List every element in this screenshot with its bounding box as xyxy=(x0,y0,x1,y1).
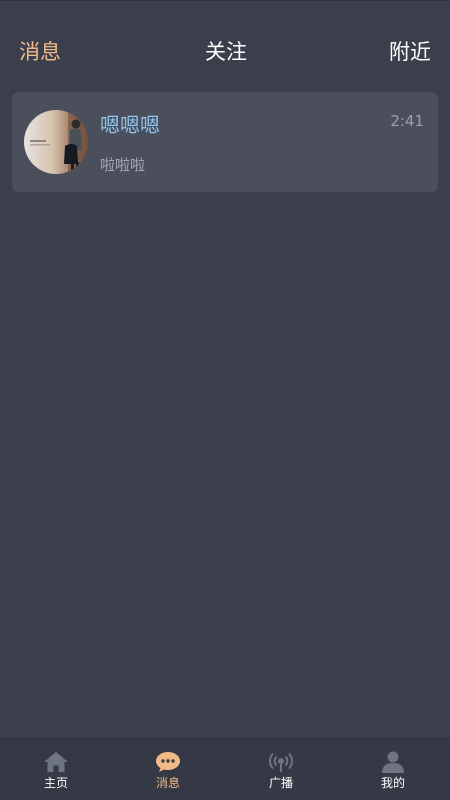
conversation-time: 2:41 xyxy=(390,112,424,130)
bottom-navigation: 主页 消息 广播 我的 xyxy=(0,738,450,800)
top-tab-bar: 消息 关注 附近 xyxy=(0,30,450,74)
person-icon xyxy=(337,751,449,773)
messages-screen: 消息 关注 附近 嗯嗯嗯 2:41 啦啦啦 主页 消息 广播 我的 xyxy=(0,0,450,800)
nav-home[interactable]: 主页 xyxy=(0,739,112,800)
tab-nearby[interactable]: 附近 xyxy=(389,38,431,66)
chat-bubble-icon xyxy=(112,751,224,773)
broadcast-icon xyxy=(225,751,337,773)
nav-messages[interactable]: 消息 xyxy=(112,739,224,800)
conversation-item[interactable]: 嗯嗯嗯 2:41 啦啦啦 xyxy=(12,92,438,192)
home-icon xyxy=(0,751,112,773)
status-bar-edge xyxy=(0,0,450,1)
tab-follow[interactable]: 关注 xyxy=(205,38,247,66)
nav-broadcast-label: 广播 xyxy=(268,776,293,790)
conversation-preview: 啦啦啦 xyxy=(100,156,146,174)
tab-messages[interactable]: 消息 xyxy=(19,38,61,66)
nav-messages-label: 消息 xyxy=(155,776,180,790)
nav-home-label: 主页 xyxy=(43,776,68,790)
nav-me-label: 我的 xyxy=(380,776,405,790)
nav-broadcast[interactable]: 广播 xyxy=(225,739,337,800)
nav-me[interactable]: 我的 xyxy=(337,739,449,800)
avatar[interactable] xyxy=(24,110,88,174)
conversation-name: 嗯嗯嗯 xyxy=(100,113,160,137)
